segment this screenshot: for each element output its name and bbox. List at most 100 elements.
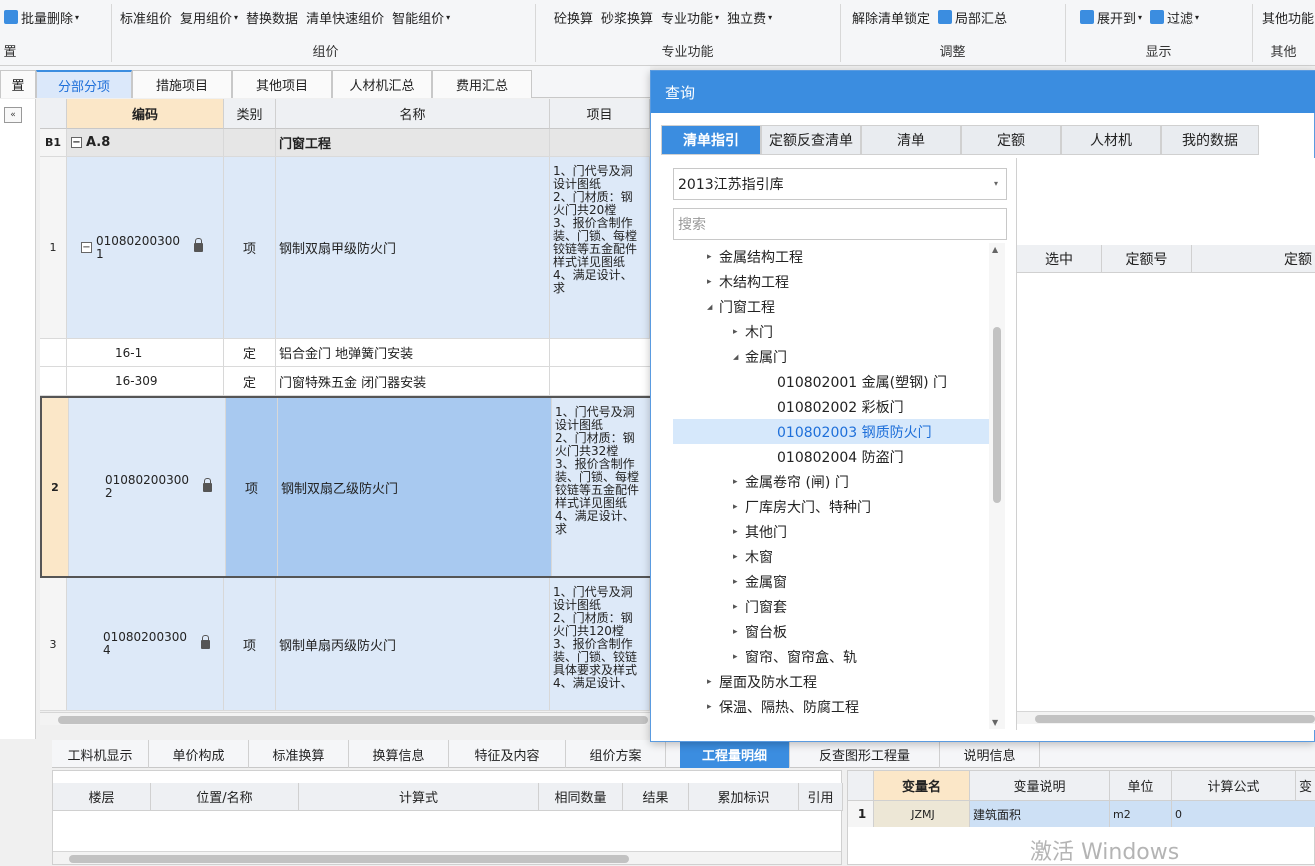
tree-node[interactable]: ▸ 木结构工程	[673, 269, 989, 294]
qty-header-position[interactable]: 位置/名称	[151, 783, 299, 811]
tab-cost-summary[interactable]: 费用汇总	[432, 70, 532, 98]
tab-labor-material[interactable]: 人材机汇总	[332, 70, 432, 98]
expand-arrow-icon[interactable]: ▸	[733, 652, 745, 662]
tree-leaf[interactable]: 010802002 彩板门	[673, 394, 989, 419]
tab-quota[interactable]: 定额	[961, 125, 1061, 155]
grid-header-type[interactable]: 类别	[224, 99, 276, 129]
standard-pricing-button[interactable]: 标准组价	[116, 5, 176, 29]
tab-reverse-graphic[interactable]: 反查图形工程量	[790, 740, 940, 768]
expand-arrow-icon[interactable]: ▸	[707, 252, 719, 262]
tree-node[interactable]: ▸ 厂库房大门、特种门	[673, 494, 989, 519]
tab-sub-items[interactable]: 分部分项	[36, 70, 132, 98]
tree-node[interactable]: ▸ 木门	[673, 319, 989, 344]
collapse-icon[interactable]: «	[4, 107, 22, 123]
tree-node[interactable]: ▸ 木窗	[673, 544, 989, 569]
expand-arrow-icon[interactable]: ▸	[733, 577, 745, 587]
expand-arrow-icon[interactable]: ▸	[733, 502, 745, 512]
expand-arrow-icon[interactable]: ▸	[733, 477, 745, 487]
section-row[interactable]: B1 − A.8 门窗工程	[40, 129, 650, 157]
tab-my-data[interactable]: 我的数据	[1161, 125, 1259, 155]
tab-labor-material[interactable]: 人材机	[1061, 125, 1161, 155]
tab-cut[interactable]: 置	[0, 70, 36, 98]
scroll-thumb[interactable]	[1035, 715, 1315, 723]
result-hscrollbar[interactable]	[1017, 711, 1315, 724]
grid-header-name[interactable]: 名称	[276, 99, 550, 129]
expand-arrow-icon[interactable]: ▸	[733, 327, 745, 337]
qty-header-floor[interactable]: 楼层	[53, 783, 151, 811]
var-desc-cell[interactable]: 建筑面积	[970, 801, 1110, 827]
expand-arrow-icon[interactable]: ▸	[733, 627, 745, 637]
local-summary-button[interactable]: 局部汇总	[934, 5, 1011, 29]
tree-node[interactable]: ▸ 屋面及防水工程	[673, 669, 989, 694]
tab-standard-convert[interactable]: 标准换算	[249, 740, 349, 768]
tree-leaf[interactable]: 010802001 金属(塑钢) 门	[673, 369, 989, 394]
tree-node[interactable]: ▸ 其他门	[673, 519, 989, 544]
result-header-quota[interactable]: 定额	[1192, 245, 1315, 273]
tree-node[interactable]: ◢ 金属门	[673, 344, 989, 369]
qty-hscrollbar[interactable]	[53, 851, 841, 864]
tab-quantity-detail[interactable]: 工程量明细	[680, 740, 790, 768]
expand-arrow-icon[interactable]: ▸	[733, 602, 745, 612]
collapse-toggle-icon[interactable]: −	[81, 242, 92, 253]
scroll-thumb[interactable]	[58, 716, 648, 724]
unlock-list-button[interactable]: 解除清单锁定	[848, 5, 934, 29]
table-row[interactable]: 16-1 定 铝合金门 地弹簧门安装	[40, 339, 650, 367]
batch-delete-button[interactable]: 批量删除 ▾	[0, 5, 110, 29]
smart-pricing-button[interactable]: 智能组价 ▾	[388, 5, 454, 29]
scroll-up-icon[interactable]: ▲	[992, 245, 998, 254]
qty-header-result[interactable]: 结果	[623, 783, 689, 811]
table-row[interactable]: 1 −01080200300 1 项 钢制双扇甲级防火门 1、门代号及洞 设计图…	[40, 157, 650, 339]
tree-node[interactable]: ▸ 保温、隔热、防腐工程	[673, 694, 989, 719]
grid-header-desc[interactable]: 项目	[550, 99, 650, 129]
expand-arrow-icon[interactable]: ▸	[733, 527, 745, 537]
qty-header-accumulate[interactable]: 累加标识	[689, 783, 799, 811]
tab-pricing-plan[interactable]: 组价方案	[566, 740, 666, 768]
tree-node[interactable]: ▸ 金属卷帘 (闸) 门	[673, 469, 989, 494]
expand-arrow-icon[interactable]: ▸	[707, 277, 719, 287]
qty-header-reference[interactable]: 引用	[799, 783, 843, 811]
tab-labor-material-display[interactable]: 工料机显示	[52, 740, 149, 768]
dialog-title[interactable]: 查询	[651, 71, 1315, 113]
var-unit-cell[interactable]: m2	[1110, 801, 1172, 827]
grid-hscrollbar[interactable]	[40, 712, 650, 725]
tab-measures[interactable]: 措施项目	[132, 70, 232, 98]
search-input[interactable]: 搜索	[673, 208, 1007, 240]
scroll-thumb[interactable]	[993, 327, 1001, 503]
special-function-button[interactable]: 专业功能 ▾	[657, 5, 723, 29]
result-header-quota-no[interactable]: 定额号	[1102, 245, 1192, 273]
expand-to-button[interactable]: 展开到 ▾	[1076, 5, 1146, 29]
table-row[interactable]: 16-309 定 门窗特殊五金 闭门器安装	[40, 367, 650, 396]
scroll-down-icon[interactable]: ▼	[992, 718, 998, 727]
tree-node[interactable]: ◢ 门窗工程	[673, 294, 989, 319]
tab-notes[interactable]: 说明信息	[940, 740, 1040, 768]
var-header-unit[interactable]: 单位	[1110, 771, 1172, 801]
tree-leaf-selected[interactable]: 010802003 钢质防火门	[673, 419, 989, 444]
var-header-desc[interactable]: 变量说明	[970, 771, 1110, 801]
replace-data-button[interactable]: 替换数据	[242, 5, 302, 29]
tab-other-items[interactable]: 其他项目	[232, 70, 332, 98]
tree-node[interactable]: ▸ 门窗套	[673, 594, 989, 619]
tree-node[interactable]: ▸ 金属窗	[673, 569, 989, 594]
qty-header-formula[interactable]: 计算式	[299, 783, 539, 811]
expand-arrow-icon[interactable]: ▸	[707, 702, 719, 712]
collapse-arrow-icon[interactable]: ◢	[707, 303, 719, 311]
result-header-select[interactable]: 选中	[1017, 245, 1102, 273]
collapse-arrow-icon[interactable]: ◢	[733, 353, 745, 361]
var-header-more[interactable]: 变	[1296, 771, 1315, 801]
expand-arrow-icon[interactable]: ▸	[707, 677, 719, 687]
tree-node[interactable]: ▸ 窗帘、窗帘盒、轨	[673, 644, 989, 669]
quick-pricing-button[interactable]: 清单快速组价	[302, 5, 388, 29]
tab-features[interactable]: 特征及内容	[449, 740, 566, 768]
other-functions-button[interactable]: 其他功能	[1258, 5, 1315, 29]
collapse-toggle-icon[interactable]: −	[71, 137, 82, 148]
tab-quota-reverse[interactable]: 定额反查清单	[761, 125, 861, 155]
tree-node[interactable]: ▸ 金属结构工程	[673, 244, 989, 269]
mortar-convert-button[interactable]: 砂浆换算	[597, 5, 657, 29]
filter-button[interactable]: 过滤 ▾	[1146, 5, 1203, 29]
table-row-selected[interactable]: 2 01080200300 2 项 钢制双扇乙级防火门 1、门代号及洞 设计图纸…	[40, 396, 650, 578]
tab-list-guide[interactable]: 清单指引	[661, 125, 761, 155]
tree-node[interactable]: ▸ 窗台板	[673, 619, 989, 644]
var-formula-cell[interactable]: 0	[1172, 801, 1315, 827]
tab-list[interactable]: 清单	[861, 125, 961, 155]
table-row[interactable]: 3 01080200300 4 项 钢制单扇丙级防火门 1、门代号及洞 设计图纸…	[40, 578, 650, 711]
